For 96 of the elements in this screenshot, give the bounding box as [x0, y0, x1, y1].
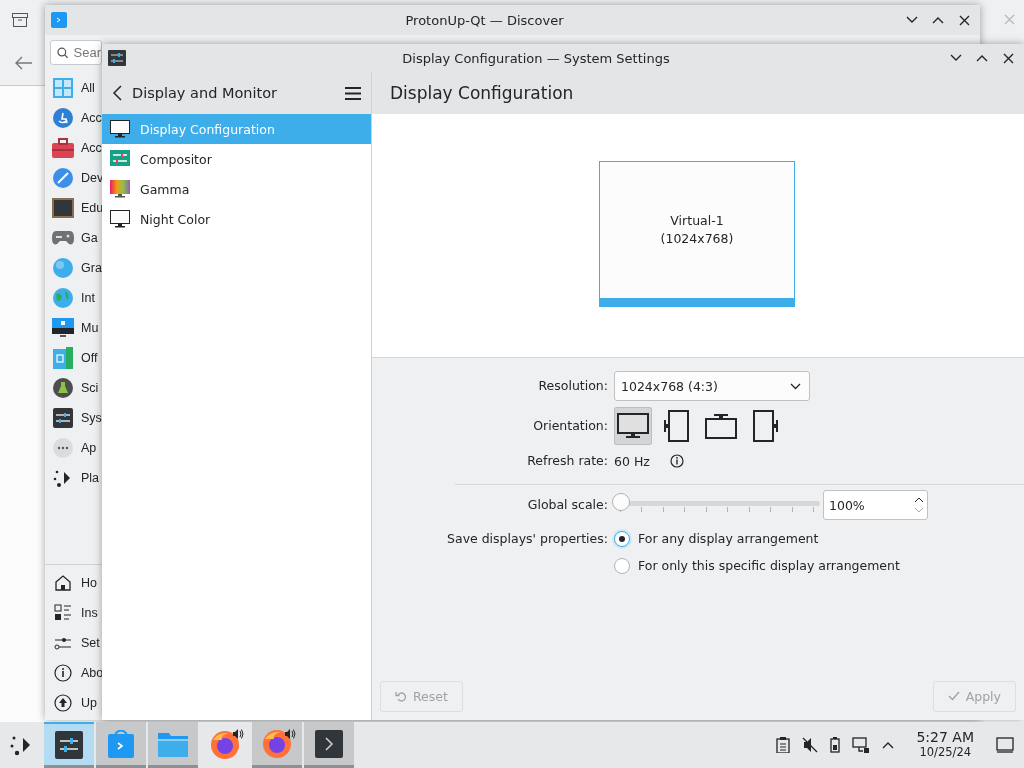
toolbox-icon [52, 138, 74, 158]
minimize-icon[interactable] [950, 54, 962, 62]
globe-icon [53, 288, 73, 308]
media-screen-icon [52, 318, 74, 338]
display-output[interactable]: Virtual-1 (1024x768) [599, 161, 795, 307]
more-icon [53, 438, 73, 458]
task-button[interactable] [304, 722, 354, 768]
category-item[interactable]: Acc [81, 111, 102, 125]
speaker-icon [284, 728, 296, 740]
dropdown-caret-icon [790, 382, 801, 390]
upload-icon [54, 694, 72, 712]
window-title: Display Configuration — System Settings [401, 50, 671, 66]
category-item[interactable]: Mu [81, 321, 99, 335]
search-icon [57, 46, 69, 59]
grid-icon [53, 78, 73, 98]
nav-item[interactable]: Ho [81, 576, 97, 590]
flask-icon [53, 378, 73, 398]
network-icon[interactable] [852, 737, 871, 753]
chalkboard-icon [52, 198, 74, 218]
firefox-icon [262, 728, 292, 759]
muted-speaker-icon[interactable] [802, 737, 819, 753]
settings-sliders-icon [108, 50, 126, 66]
compositor-icon [110, 150, 130, 168]
home-icon [54, 574, 72, 592]
nav-item[interactable]: Set [81, 636, 100, 650]
category-item[interactable]: Dev [81, 171, 104, 185]
speaker-icon [232, 728, 244, 740]
back-arrow-icon[interactable] [15, 56, 33, 70]
settings-sliders-icon [55, 730, 83, 759]
sidebar-item[interactable]: Night Color [102, 204, 371, 234]
landscape-monitor-icon [617, 413, 649, 439]
settings-sliders-icon [53, 408, 73, 428]
field-label: Global scale: [526, 496, 608, 514]
category-item[interactable]: Gra [81, 261, 102, 275]
task-button[interactable] [44, 722, 94, 768]
radio-option[interactable]: For any display arrangement [614, 530, 819, 547]
menu-icon[interactable] [345, 86, 361, 100]
nav-item[interactable]: Ins [81, 606, 98, 620]
show-desktop-icon[interactable] [996, 737, 1014, 753]
field-label: Resolution: [537, 377, 608, 395]
info-icon [54, 664, 72, 682]
search-field[interactable]: Sear [50, 40, 102, 65]
field-label: Orientation: [532, 417, 608, 435]
scale-spinbox[interactable]: 100% [823, 490, 928, 520]
sphere-icon [53, 258, 73, 278]
firefox-icon [210, 730, 240, 760]
gamepad-icon [52, 230, 74, 246]
archive-icon[interactable] [12, 13, 28, 27]
close-icon[interactable] [1002, 52, 1014, 64]
category-item[interactable]: All [81, 81, 95, 95]
category-item[interactable]: Off [81, 351, 98, 365]
orientation-button[interactable] [614, 407, 652, 445]
field-label: Refresh rate: [526, 452, 608, 470]
category-item[interactable]: Edu [81, 201, 104, 215]
clock[interactable]: 5:27 AM 10/25/24 [916, 730, 974, 760]
category-item[interactable]: Acc [81, 141, 102, 155]
expand-caret-icon[interactable] [882, 741, 895, 749]
maximize-icon[interactable] [932, 16, 944, 24]
info-icon[interactable] [669, 454, 684, 468]
terminal-icon [315, 729, 343, 758]
field-label: Save displays' properties: [446, 530, 608, 548]
page-title: Display Configuration [390, 83, 574, 103]
checkmark-icon [947, 691, 960, 701]
category-item[interactable]: Pla [81, 471, 100, 485]
monitor-icon [110, 119, 130, 139]
inverted-monitor-icon [705, 413, 737, 439]
portrait-monitor-icon [752, 410, 778, 442]
plasma-icon [53, 468, 73, 488]
document-icon [53, 347, 73, 369]
portrait-monitor-icon [664, 410, 690, 442]
battery-icon[interactable] [830, 737, 841, 753]
radio-option[interactable]: For only this specific display arrangement [614, 557, 900, 574]
sidebar-item[interactable]: Compositor [102, 144, 371, 174]
resolution-dropdown[interactable]: 1024x768 (4:3) [614, 371, 810, 401]
monitor-icon [110, 209, 130, 229]
color-monitor-icon [110, 179, 130, 199]
back-icon[interactable] [112, 85, 122, 101]
minimize-icon[interactable] [906, 16, 918, 24]
slider-thumb[interactable] [612, 493, 630, 511]
undo-icon [395, 690, 407, 702]
nav-item[interactable]: Abo [81, 666, 104, 680]
sidebar-title: Display and Monitor [132, 85, 279, 101]
nav-item[interactable]: Up [81, 696, 97, 710]
refresh-rate-value: 60 Hz [614, 453, 650, 469]
window-title: ProtonUp-Qt — Discover [404, 12, 565, 28]
clipboard-icon[interactable] [776, 737, 791, 753]
category-item[interactable]: Int [81, 291, 95, 305]
folder-icon [158, 730, 188, 757]
maximize-icon[interactable] [976, 54, 988, 62]
category-item[interactable]: Sci [81, 381, 99, 395]
category-item[interactable]: Ap [81, 441, 97, 455]
sidebar-item[interactable]: Gamma [102, 174, 371, 204]
list-icon [54, 604, 72, 622]
close-icon[interactable] [958, 14, 970, 26]
category-item[interactable]: Sys [81, 411, 102, 425]
category-item[interactable]: Ga [81, 231, 98, 245]
